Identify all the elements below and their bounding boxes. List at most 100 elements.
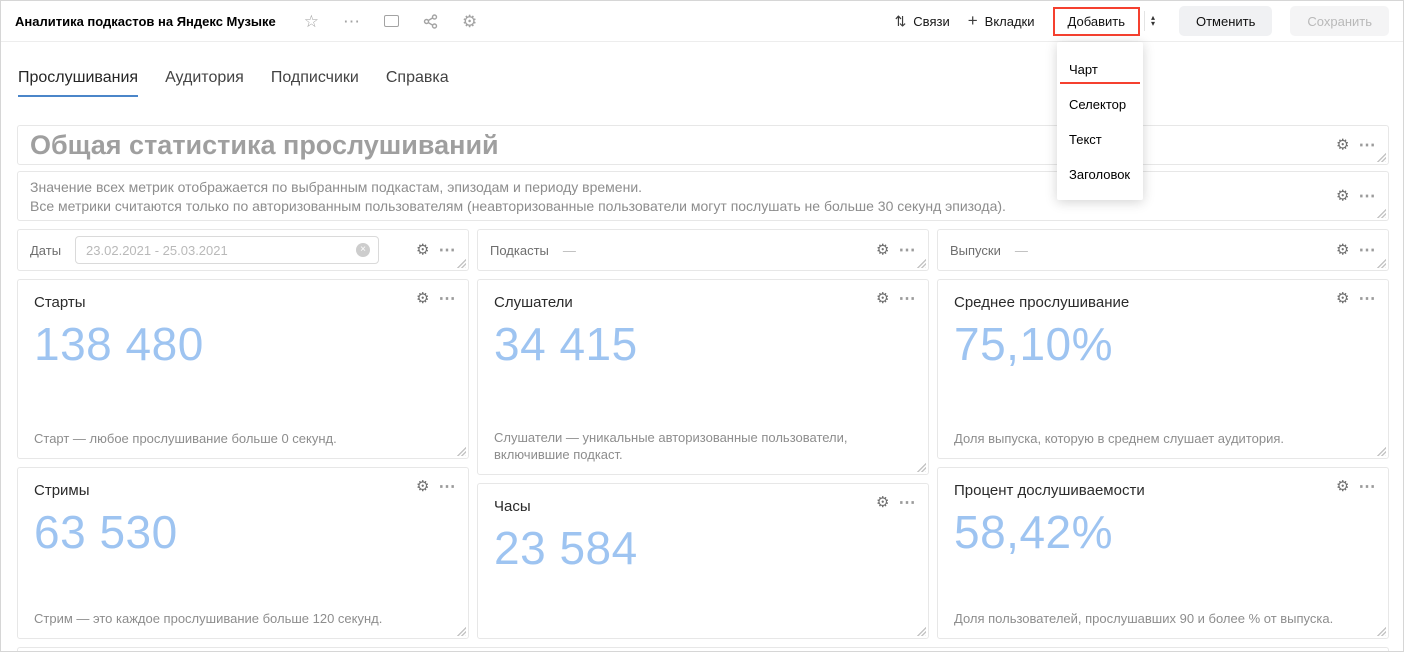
resize-handle[interactable] bbox=[916, 258, 926, 268]
stat-card-starts: ⚙ ⋯ Старты 138 480 Старт — любое прослуш… bbox=[17, 279, 469, 459]
stat-title: Старты bbox=[34, 294, 452, 311]
more-options-icon[interactable]: ⋯ bbox=[439, 290, 457, 307]
add-widget-caret[interactable]: ▴ ▾ bbox=[1144, 11, 1161, 31]
date-range-value: 23.02.2021 - 25.03.2021 bbox=[86, 243, 228, 258]
stat-title: Среднее прослушивание bbox=[954, 294, 1372, 311]
add-tab-button[interactable]: + Вкладки bbox=[968, 11, 1035, 31]
favorite-star-icon[interactable]: ☆ bbox=[304, 13, 319, 30]
resize-handle[interactable] bbox=[456, 626, 466, 636]
caret-down-icon: ▾ bbox=[1151, 21, 1155, 27]
menu-item-selector[interactable]: Селектор bbox=[1057, 87, 1143, 122]
stat-caption: Старт — любое прослушивание больше 0 сек… bbox=[34, 430, 452, 447]
resize-handle[interactable] bbox=[1376, 446, 1386, 456]
menu-item-heading[interactable]: Заголовок bbox=[1057, 157, 1143, 192]
text-widget: Значение всех метрик отображается по выб… bbox=[17, 171, 1389, 221]
more-options-icon[interactable]: ⋯ bbox=[1359, 137, 1377, 154]
more-options-icon[interactable]: ⋯ bbox=[439, 478, 457, 495]
more-options-icon[interactable]: ⋯ bbox=[899, 290, 917, 307]
stat-value: 63 530 bbox=[34, 505, 452, 559]
stat-value: 58,42% bbox=[954, 505, 1372, 559]
resize-handle[interactable] bbox=[916, 626, 926, 636]
cancel-button[interactable]: Отменить bbox=[1179, 6, 1272, 36]
selector-label: Даты bbox=[30, 243, 61, 258]
settings-gear-icon[interactable]: ⚙ bbox=[462, 13, 477, 30]
add-widget-button[interactable]: Добавить bbox=[1053, 7, 1140, 36]
stat-value: 34 415 bbox=[494, 317, 912, 371]
share-icon[interactable] bbox=[423, 14, 438, 29]
widget-actions: ⚙ ⋯ bbox=[876, 494, 916, 511]
more-options-icon[interactable]: ⋯ bbox=[1359, 478, 1377, 495]
gear-icon[interactable]: ⚙ bbox=[1336, 189, 1349, 204]
selector-value[interactable]: — bbox=[1015, 243, 1028, 258]
more-options-icon[interactable]: ⋯ bbox=[1359, 242, 1377, 259]
plus-icon: + bbox=[968, 11, 978, 31]
stat-title: Часы bbox=[494, 498, 912, 515]
gear-icon[interactable]: ⚙ bbox=[1336, 138, 1349, 153]
resize-handle[interactable] bbox=[1376, 626, 1386, 636]
gear-icon[interactable]: ⚙ bbox=[1336, 291, 1349, 306]
selector-value[interactable]: — bbox=[563, 243, 576, 258]
menu-item-text[interactable]: Текст bbox=[1057, 122, 1143, 157]
partial-widget bbox=[17, 647, 1389, 652]
tab-help[interactable]: Справка bbox=[386, 69, 449, 97]
dashboard-editor-page: Аналитика подкастов на Яндекс Музыке ☆ ⋯… bbox=[0, 0, 1404, 652]
stat-title: Процент дослушиваемости bbox=[954, 482, 1372, 499]
gear-icon[interactable]: ⚙ bbox=[416, 243, 429, 258]
more-options-icon[interactable]: ⋯ bbox=[899, 494, 917, 511]
selector-label: Выпуски bbox=[950, 243, 1001, 258]
more-options-icon[interactable]: ⋯ bbox=[899, 242, 917, 259]
tab-subscribers[interactable]: Подписчики bbox=[271, 69, 359, 97]
stat-card-streams: ⚙ ⋯ Стримы 63 530 Стрим — это каждое про… bbox=[17, 467, 469, 639]
date-range-input[interactable]: 23.02.2021 - 25.03.2021 × bbox=[75, 236, 379, 264]
stat-value: 23 584 bbox=[494, 521, 912, 575]
stat-card-hours: ⚙ ⋯ Часы 23 584 bbox=[477, 483, 929, 639]
stat-card-completion: ⚙ ⋯ Процент дослушиваемости 58,42% Доля … bbox=[937, 467, 1389, 639]
stat-caption: Стрим — это каждое прослушивание больше … bbox=[34, 610, 452, 627]
stat-value: 138 480 bbox=[34, 317, 452, 371]
widget-actions: ⚙ ⋯ bbox=[1336, 242, 1376, 259]
more-options-icon[interactable]: ⋯ bbox=[343, 13, 360, 30]
resize-handle[interactable] bbox=[456, 446, 466, 456]
gear-icon[interactable]: ⚙ bbox=[416, 479, 429, 494]
tabs-label: Вкладки bbox=[985, 14, 1035, 29]
title-widget: Общая статистика прослушиваний ⚙ ⋯ bbox=[17, 125, 1389, 165]
more-options-icon[interactable]: ⋯ bbox=[1359, 188, 1377, 205]
clear-icon[interactable]: × bbox=[356, 243, 370, 257]
gear-icon[interactable]: ⚙ bbox=[876, 243, 889, 258]
gear-icon[interactable]: ⚙ bbox=[1336, 479, 1349, 494]
tab-audience[interactable]: Аудитория bbox=[165, 69, 244, 97]
sort-arrows-icon: ⇅ bbox=[895, 13, 907, 30]
menu-item-chart[interactable]: Чарт bbox=[1057, 52, 1143, 87]
widget-actions: ⚙ ⋯ bbox=[1336, 290, 1376, 307]
tab-listens[interactable]: Прослушивания bbox=[18, 69, 138, 97]
gear-icon[interactable]: ⚙ bbox=[416, 291, 429, 306]
description-line-2: Все метрики считаются только по авторизо… bbox=[30, 197, 1376, 216]
gear-icon[interactable]: ⚙ bbox=[876, 291, 889, 306]
section-heading: Общая статистика прослушиваний bbox=[30, 130, 499, 161]
resize-handle[interactable] bbox=[916, 462, 926, 472]
stat-card-avg-listen: ⚙ ⋯ Среднее прослушивание 75,10% Доля вы… bbox=[937, 279, 1389, 459]
layout-frame-icon[interactable] bbox=[384, 15, 399, 27]
selector-dates: Даты 23.02.2021 - 25.03.2021 × ⚙ ⋯ bbox=[17, 229, 469, 271]
more-options-icon[interactable]: ⋯ bbox=[1359, 290, 1377, 307]
resize-handle[interactable] bbox=[1376, 152, 1386, 162]
more-options-icon[interactable]: ⋯ bbox=[439, 242, 457, 259]
dashboard-title: Аналитика подкастов на Яндекс Музыке bbox=[15, 14, 276, 29]
resize-handle[interactable] bbox=[456, 258, 466, 268]
links-button[interactable]: ⇅ Связи bbox=[895, 13, 950, 30]
widget-actions: ⚙ ⋯ bbox=[1336, 137, 1376, 154]
selector-podcasts: Подкасты — ⚙ ⋯ bbox=[477, 229, 929, 271]
toolbar-icon-group: ☆ ⋯ ⚙ bbox=[304, 13, 478, 30]
add-widget-dropdown: Чарт Селектор Текст Заголовок bbox=[1057, 42, 1143, 200]
links-label: Связи bbox=[913, 14, 949, 29]
dashboard-tabs: Прослушивания Аудитория Подписчики Справ… bbox=[18, 69, 449, 97]
save-button[interactable]: Сохранить bbox=[1290, 6, 1389, 36]
gear-icon[interactable]: ⚙ bbox=[1336, 243, 1349, 258]
top-toolbar: Аналитика подкастов на Яндекс Музыке ☆ ⋯… bbox=[1, 1, 1403, 42]
stat-caption: Доля пользователей, прослушавших 90 и бо… bbox=[954, 610, 1372, 627]
gear-icon[interactable]: ⚙ bbox=[876, 495, 889, 510]
resize-handle[interactable] bbox=[1376, 208, 1386, 218]
widget-actions: ⚙ ⋯ bbox=[416, 478, 456, 495]
stat-caption: Слушатели — уникальные авторизованные по… bbox=[494, 429, 912, 463]
resize-handle[interactable] bbox=[1376, 258, 1386, 268]
